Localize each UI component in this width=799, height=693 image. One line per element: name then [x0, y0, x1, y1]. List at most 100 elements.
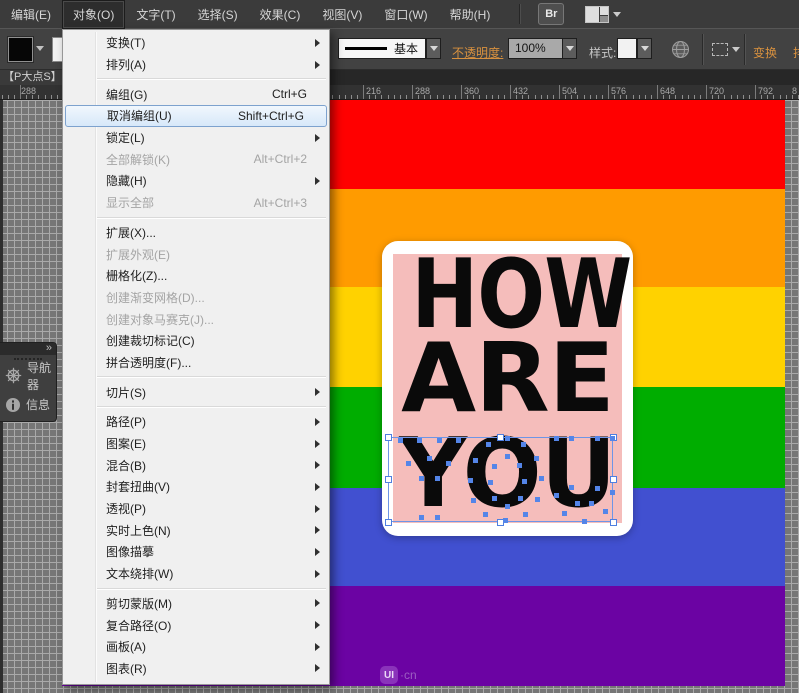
object-menu-item-live-paint[interactable]: 实时上色(N): [63, 519, 329, 541]
menubar-item-effect[interactable]: 效果(C): [249, 0, 312, 29]
path-anchor-point[interactable]: [595, 486, 600, 491]
path-anchor-point[interactable]: [492, 464, 497, 469]
expand-panels-button[interactable]: »: [46, 342, 52, 355]
selection-handle[interactable]: [497, 434, 504, 441]
selection-handle[interactable]: [385, 519, 392, 526]
path-anchor-point[interactable]: [539, 476, 544, 481]
path-anchor-point[interactable]: [468, 478, 473, 483]
menubar-item-window[interactable]: 窗口(W): [373, 0, 438, 29]
object-menu-item-expand[interactable]: 扩展(X)...: [63, 222, 329, 244]
menubar-item-type[interactable]: 文字(T): [125, 0, 186, 29]
path-anchor-point[interactable]: [575, 501, 580, 506]
path-anchor-point[interactable]: [492, 496, 497, 501]
menubar-item-select[interactable]: 选择(S): [187, 0, 249, 29]
path-anchor-point[interactable]: [554, 436, 559, 441]
opacity-value-field[interactable]: 100%: [508, 38, 563, 59]
path-anchor-point[interactable]: [589, 501, 594, 506]
path-anchor-point[interactable]: [446, 461, 451, 466]
path-anchor-point[interactable]: [435, 515, 440, 520]
object-menu-item-hide[interactable]: 隐藏(H): [63, 170, 329, 192]
path-anchor-point[interactable]: [483, 512, 488, 517]
path-anchor-point[interactable]: [419, 515, 424, 520]
selection-handle[interactable]: [610, 476, 617, 483]
opacity-dropdown-button[interactable]: [562, 38, 577, 59]
align-selection-icon[interactable]: [712, 43, 728, 56]
object-menu-item-image-trace[interactable]: 图像描摹: [63, 541, 329, 563]
object-menu-item-graph[interactable]: 图表(R): [63, 658, 329, 680]
stroke-preset-select[interactable]: 基本: [338, 38, 426, 59]
workspace-switcher[interactable]: [585, 6, 621, 23]
menubar-item-help[interactable]: 帮助(H): [439, 0, 502, 29]
path-anchor-point[interactable]: [505, 436, 510, 441]
menubar-item-object[interactable]: 对象(O): [62, 0, 125, 29]
document-tab[interactable]: 【P大点S】: [0, 70, 65, 85]
path-anchor-point[interactable]: [417, 438, 422, 443]
object-menu-item-arrange[interactable]: 排列(A): [63, 54, 329, 76]
object-menu-item-perspective[interactable]: 透视(P): [63, 498, 329, 520]
selection-handle[interactable]: [385, 476, 392, 483]
object-menu-item-transform[interactable]: 变换(T): [63, 32, 329, 54]
fill-swatch-dropdown-icon[interactable]: [36, 46, 44, 51]
object-menu-item-compound-path[interactable]: 复合路径(O): [63, 614, 329, 636]
path-anchor-point[interactable]: [521, 442, 526, 447]
object-menu-item-envelope-distort[interactable]: 封套扭曲(V): [63, 476, 329, 498]
arrange-link-partial[interactable]: 排: [793, 44, 799, 61]
align-dropdown-icon[interactable]: [732, 47, 740, 52]
object-menu-item-expand-appearance[interactable]: 扩展外观(E): [63, 243, 329, 265]
path-anchor-point[interactable]: [603, 509, 608, 514]
path-anchor-point[interactable]: [473, 458, 478, 463]
path-anchor-point[interactable]: [535, 497, 540, 502]
fill-color-swatch[interactable]: [8, 37, 33, 62]
path-anchor-point[interactable]: [398, 438, 403, 443]
path-anchor-point[interactable]: [471, 498, 476, 503]
card-text-how[interactable]: HOW: [411, 258, 603, 332]
object-menu-item-clipping-mask[interactable]: 剪切蒙版(M): [63, 593, 329, 615]
object-menu-item-lock[interactable]: 锁定(L): [63, 127, 329, 149]
panel-button-navigator[interactable]: 导航器: [0, 361, 56, 390]
path-anchor-point[interactable]: [518, 496, 523, 501]
object-menu-item-path[interactable]: 路径(P): [63, 411, 329, 433]
path-anchor-point[interactable]: [456, 438, 461, 443]
object-menu-item-group[interactable]: 编组(G)Ctrl+G: [63, 83, 329, 105]
object-menu-item-slice[interactable]: 切片(S): [63, 381, 329, 403]
path-anchor-point[interactable]: [517, 463, 522, 468]
object-menu-item-text-wrap[interactable]: 文本绕排(W): [63, 563, 329, 585]
path-anchor-point[interactable]: [437, 438, 442, 443]
object-menu-item-unlock-all[interactable]: 全部解锁(K)Alt+Ctrl+2: [63, 148, 329, 170]
bridge-button[interactable]: Br: [538, 3, 564, 25]
object-menu-item-create-gradient-mesh[interactable]: 创建渐变网格(D)...: [63, 287, 329, 309]
path-anchor-point[interactable]: [562, 511, 567, 516]
selection-handle[interactable]: [385, 434, 392, 441]
style-dropdown-button[interactable]: [637, 38, 652, 59]
path-anchor-point[interactable]: [522, 479, 527, 484]
object-menu-item-create-object-mosaic[interactable]: 创建对象马赛克(J)...: [63, 308, 329, 330]
menubar-item-edit[interactable]: 编辑(E): [0, 0, 62, 29]
path-anchor-point[interactable]: [610, 490, 615, 495]
object-menu-item-ungroup[interactable]: 取消编组(U)Shift+Ctrl+G: [65, 105, 327, 127]
path-anchor-point[interactable]: [488, 480, 493, 485]
object-menu-item-create-trim-marks[interactable]: 创建裁切标记(C): [63, 330, 329, 352]
transform-link[interactable]: 变换: [753, 44, 777, 61]
object-menu-item-blend[interactable]: 混合(B): [63, 454, 329, 476]
path-anchor-point[interactable]: [534, 456, 539, 461]
path-anchor-point[interactable]: [582, 519, 587, 524]
opacity-link[interactable]: 不透明度:: [452, 44, 503, 61]
style-swatch[interactable]: [617, 38, 637, 59]
object-menu-item-artboards[interactable]: 画板(A): [63, 636, 329, 658]
object-menu-item-pattern[interactable]: 图案(E): [63, 433, 329, 455]
path-anchor-point[interactable]: [505, 454, 510, 459]
object-menu-item-rasterize[interactable]: 栅格化(Z)...: [63, 265, 329, 287]
recolor-artwork-icon[interactable]: [671, 40, 690, 62]
path-anchor-point[interactable]: [406, 461, 411, 466]
menubar-item-view[interactable]: 视图(V): [311, 0, 373, 29]
path-anchor-point[interactable]: [569, 485, 574, 490]
object-menu-item-flatten-transparency[interactable]: 拼合透明度(F)...: [63, 352, 329, 374]
path-anchor-point[interactable]: [486, 442, 491, 447]
path-anchor-point[interactable]: [435, 476, 440, 481]
path-anchor-point[interactable]: [523, 512, 528, 517]
path-anchor-point[interactable]: [419, 476, 424, 481]
card-text-are[interactable]: ARE: [391, 342, 625, 416]
stroke-preset-dropdown-button[interactable]: [426, 38, 441, 59]
path-anchor-point[interactable]: [505, 504, 510, 509]
path-anchor-point[interactable]: [503, 518, 508, 523]
